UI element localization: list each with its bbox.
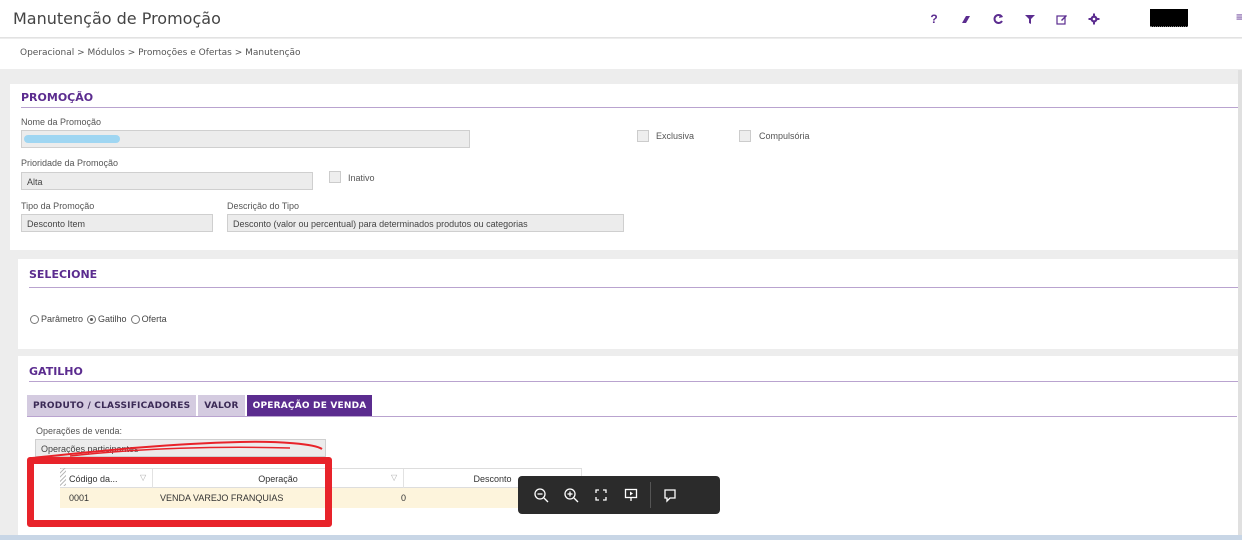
help-icon[interactable]: ?: [918, 10, 950, 28]
zoom-out-icon[interactable]: [526, 480, 556, 510]
radio-gatilho-circle[interactable]: [87, 314, 97, 324]
radio-gatilho-label: Gatilho: [98, 314, 127, 324]
comment-icon[interactable]: [655, 480, 685, 510]
page-title: Manutenção de Promoção: [13, 9, 221, 28]
tab-valor[interactable]: VALOR: [198, 395, 245, 416]
tab-operacao-de-venda[interactable]: OPERAÇÃO DE VENDA: [246, 395, 373, 416]
descricao-label: Descrição do Tipo: [227, 201, 300, 211]
gatilho-tabs: PRODUTO / CLASSIFICADORES VALOR OPERAÇÃO…: [27, 395, 374, 416]
prioridade-label: Prioridade da Promoção: [21, 158, 119, 168]
gear-icon[interactable]: [1078, 10, 1110, 28]
selecione-radio-group: Parâmetro Gatilho Oferta: [30, 314, 171, 324]
inativo-checkbox[interactable]: [329, 171, 341, 183]
exclusiva-checkbox[interactable]: [637, 130, 649, 142]
user-avatar-redacted[interactable]: [1150, 9, 1188, 27]
filter-icon[interactable]: ▽: [391, 474, 399, 482]
breadcrumb-bar: Operacional > Módulos > Promoções e Ofer…: [0, 39, 1242, 69]
compulsoria-checkbox[interactable]: [739, 130, 751, 142]
annotation-red-box: [27, 457, 332, 527]
inativo-label: Inativo: [348, 173, 375, 183]
radio-parametro[interactable]: Parâmetro: [30, 314, 83, 324]
viewer-separator: [650, 482, 651, 508]
tipo-field[interactable]: Desconto Item: [21, 214, 213, 232]
radio-parametro-circle[interactable]: [30, 314, 39, 324]
compulsoria-label: Compulsória: [759, 131, 810, 141]
tab-underline: [27, 416, 1237, 417]
radio-gatilho[interactable]: Gatilho: [87, 314, 127, 324]
redaction-mark: [24, 135, 120, 143]
radio-parametro-label: Parâmetro: [41, 314, 84, 324]
prioridade-field[interactable]: Alta: [21, 172, 313, 190]
gatilho-title: GATILHO: [29, 365, 83, 378]
tipo-label: Tipo da Promoção: [21, 201, 95, 211]
fullscreen-icon[interactable]: [586, 480, 616, 510]
scrollbar[interactable]: [1238, 70, 1242, 535]
selecione-divider: [29, 287, 1238, 288]
selecione-title: SELECIONE: [29, 268, 98, 281]
cell-desconto: 0: [401, 493, 407, 503]
tab-produto-classificadores[interactable]: PRODUTO / CLASSIFICADORES: [27, 395, 197, 416]
gatilho-divider: [29, 381, 1238, 382]
radio-oferta-label: Oferta: [141, 314, 167, 324]
viewer-toolbar: [518, 476, 720, 514]
promocao-divider: [21, 107, 1238, 108]
zoom-in-icon[interactable]: [556, 480, 586, 510]
presentation-icon[interactable]: [616, 480, 646, 510]
bottom-edge: [0, 535, 1242, 540]
descricao-field[interactable]: Desconto (valor ou percentual) para dete…: [227, 214, 624, 232]
top-bar: Manutenção de Promoção ? ≡: [0, 0, 1242, 38]
menu-icon[interactable]: ≡: [1236, 12, 1242, 22]
breadcrumb: Operacional > Módulos > Promoções e Ofer…: [20, 48, 301, 58]
refresh-icon[interactable]: [982, 10, 1014, 28]
filter-icon[interactable]: [1014, 10, 1046, 28]
selecione-panel: SELECIONE: [18, 259, 1238, 349]
toolbar: ?: [918, 10, 1110, 28]
radio-oferta[interactable]: Oferta: [130, 314, 167, 324]
exclusiva-label: Exclusiva: [656, 131, 695, 141]
nome-label: Nome da Promoção: [21, 117, 102, 127]
eraser-icon[interactable]: [950, 10, 982, 28]
edit-icon[interactable]: [1046, 10, 1078, 28]
radio-oferta-circle[interactable]: [130, 314, 140, 324]
col-desconto-label: Desconto: [473, 473, 512, 484]
promocao-title: PROMOÇÃO: [21, 91, 94, 104]
